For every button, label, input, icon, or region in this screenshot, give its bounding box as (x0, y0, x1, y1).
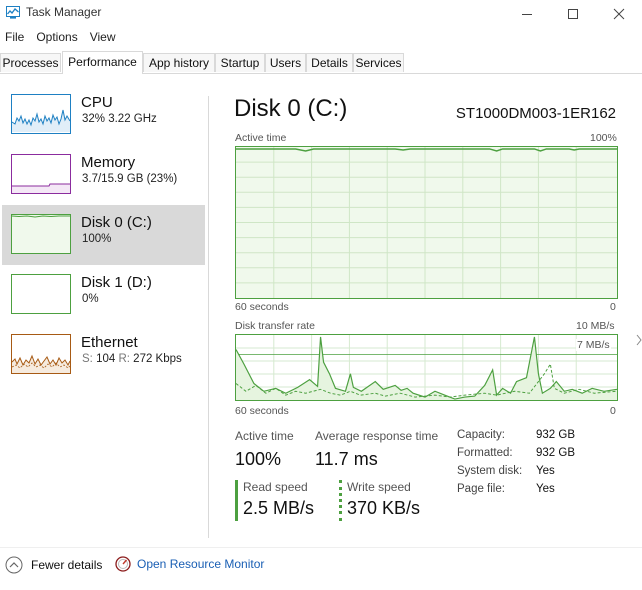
send-rate: 104 (96, 353, 116, 365)
system-disk-label: System disk: (457, 465, 523, 477)
fewer-details-button[interactable]: Fewer details (5, 556, 102, 574)
sidebar-item-sublabel: 100% (82, 233, 112, 245)
tab-strip: Processes Performance App history Startu… (0, 51, 642, 74)
active-time-chart-time-right: 0 (610, 301, 616, 313)
tab-performance[interactable]: Performance (62, 51, 143, 74)
system-disk-value: Yes (536, 465, 555, 477)
active-time-chart-max: 100% (590, 132, 617, 144)
transfer-rate-chart-time-left: 60 seconds (235, 405, 289, 417)
active-time-chart-label: Active time (235, 132, 287, 144)
capacity-value: 932 GB (536, 429, 575, 441)
transfer-rate-chart-time-right: 0 (610, 405, 616, 417)
footer-separator (0, 547, 642, 548)
write-speed-label: Write speed (347, 480, 411, 494)
cpu-thumbnail-graph (11, 94, 71, 134)
read-speed-value: 2.5 MB/s (243, 498, 315, 518)
maximize-button[interactable] (550, 0, 596, 27)
write-speed-value: 370 KB/s (347, 498, 421, 518)
resource-monitor-icon (115, 556, 131, 572)
sidebar-item-label: Disk 1 (D:) (81, 274, 152, 291)
tab-app-history[interactable]: App history (143, 53, 215, 72)
write-speed-indicator (339, 480, 342, 521)
active-time-label: Active time (235, 429, 294, 443)
open-resource-monitor-link[interactable]: Open Resource Monitor (115, 556, 264, 572)
active-time-chart (235, 146, 618, 299)
close-button[interactable] (596, 0, 642, 27)
transfer-rate-inner-max: 7 MB/s (576, 339, 611, 351)
tab-services[interactable]: Services (353, 53, 404, 72)
minimize-icon (522, 13, 532, 15)
tab-startup[interactable]: Startup (215, 53, 265, 72)
disk1-thumbnail-graph (11, 274, 71, 314)
title-bar: Task Manager (0, 0, 642, 27)
sidebar-item-cpu[interactable]: CPU 32% 3.22 GHz (2, 74, 205, 134)
disk0-thumbnail-graph (11, 214, 71, 254)
task-manager-icon (6, 6, 20, 19)
minimize-button[interactable] (504, 0, 550, 27)
active-time-value: 100% (235, 449, 282, 469)
sidebar-item-sublabel: 3.7/15.9 GB (23%) (82, 173, 178, 185)
avg-response-value: 11.7 ms (315, 449, 378, 469)
sidebar-item-ethernet[interactable]: Ethernet S: 104 R: 272 Kbps (2, 314, 205, 374)
sidebar-divider (208, 96, 209, 538)
right-resize-edge[interactable] (636, 330, 642, 390)
read-speed-indicator (235, 480, 238, 521)
fewer-details-label: Fewer details (31, 558, 103, 572)
ethernet-thumbnail-graph (11, 334, 71, 374)
read-speed-label: Read speed (243, 480, 308, 494)
receive-prefix: R: (118, 353, 130, 365)
sidebar-item-disk-1[interactable]: Disk 1 (D:) 0% (2, 254, 205, 314)
transfer-rate-chart-max: 10 MB/s (576, 320, 615, 332)
page-file-value: Yes (536, 483, 555, 495)
sidebar-item-label: Ethernet (81, 334, 138, 351)
close-icon (613, 8, 625, 19)
open-resource-monitor-label: Open Resource Monitor (137, 557, 265, 571)
capacity-label: Capacity: (457, 429, 505, 441)
sidebar-item-sublabel: 0% (82, 293, 99, 305)
tab-details[interactable]: Details (306, 53, 353, 72)
chevron-right-icon (636, 334, 642, 346)
sidebar-item-memory[interactable]: Memory 3.7/15.9 GB (23%) (2, 134, 205, 194)
formatted-value: 932 GB (536, 447, 575, 459)
menu-options[interactable]: Options (31, 28, 84, 48)
disk-model: ST1000DM003-1ER162 (455, 105, 616, 122)
sidebar-item-sublabel: 32% 3.22 GHz (82, 113, 157, 125)
window-title: Task Manager (26, 5, 102, 19)
sidebar-item-label: CPU (81, 94, 113, 111)
transfer-rate-chart (235, 334, 618, 401)
menu-view[interactable]: View (85, 28, 123, 48)
page-title: Disk 0 (C:) (234, 95, 348, 122)
formatted-label: Formatted: (457, 447, 513, 459)
resource-sidebar: CPU 32% 3.22 GHz Memory 3.7/15.9 GB (23%… (0, 74, 206, 539)
tab-users[interactable]: Users (265, 53, 306, 72)
sidebar-item-sublabel: S: 104 R: 272 Kbps (82, 353, 182, 365)
active-time-chart-time-left: 60 seconds (235, 301, 289, 313)
menu-bar: File Options View (0, 28, 123, 48)
avg-response-label: Average response time (315, 429, 439, 443)
page-file-label: Page file: (457, 483, 505, 495)
chevron-up-circle-icon (5, 556, 23, 574)
send-prefix: S: (82, 353, 93, 365)
sidebar-item-label: Disk 0 (C:) (81, 214, 152, 231)
sidebar-item-label: Memory (81, 154, 136, 171)
memory-thumbnail-graph (11, 154, 71, 194)
receive-rate: 272 Kbps (133, 353, 182, 365)
tab-processes[interactable]: Processes (0, 53, 61, 72)
maximize-icon (568, 8, 578, 19)
transfer-rate-chart-label: Disk transfer rate (235, 320, 315, 332)
menu-file[interactable]: File (0, 28, 31, 48)
